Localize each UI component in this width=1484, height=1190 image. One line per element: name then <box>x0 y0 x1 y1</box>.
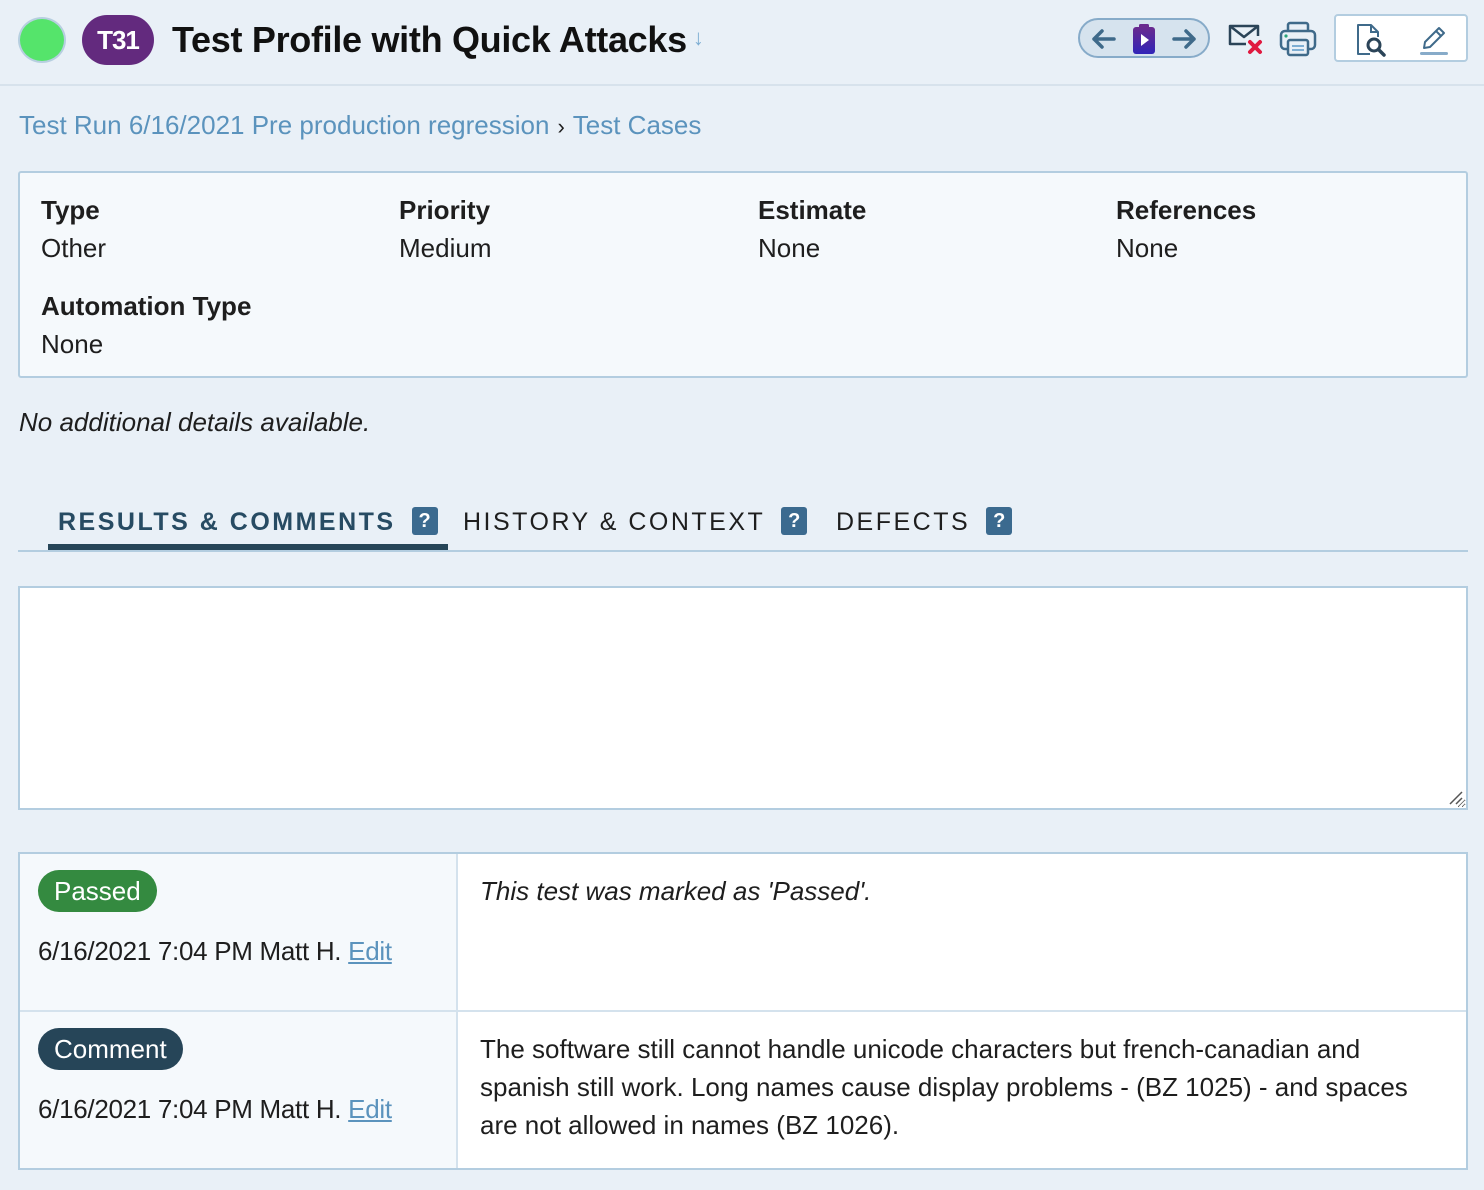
field-label: Priority <box>399 195 491 225</box>
view-edit-toolbar <box>1334 14 1468 62</box>
field-value: None <box>758 233 821 263</box>
result-row: Passed 6/16/2021 7:04 PM Matt H. Edit Th… <box>20 854 1466 1012</box>
resize-handle-icon[interactable] <box>1446 788 1464 806</box>
field-references: References None <box>1116 193 1256 265</box>
result-meta: Passed 6/16/2021 7:04 PM Matt H. Edit <box>20 854 458 1010</box>
field-label: Automation Type <box>41 291 252 321</box>
tab-label: HISTORY & CONTEXT <box>463 508 766 536</box>
field-label: Estimate <box>758 195 867 225</box>
field-priority: Priority Medium <box>399 193 491 265</box>
test-navigation <box>1078 18 1210 58</box>
edit-link[interactable]: Edit <box>348 936 392 966</box>
field-value: Medium <box>399 233 492 263</box>
edit-link[interactable]: Edit <box>348 1094 392 1124</box>
result-timestamp-author: 6/16/2021 7:04 PM Matt H. Edit <box>38 1092 392 1126</box>
help-icon[interactable]: ? <box>781 507 808 535</box>
field-automation-type: Automation Type None <box>41 289 251 361</box>
field-value: None <box>1116 233 1179 263</box>
help-icon[interactable]: ? <box>986 507 1013 535</box>
page-title-text: Test Profile with Quick Attacks <box>172 19 687 60</box>
no-details-message: No additional details available. <box>19 407 371 437</box>
breadcrumb-test-cases-link[interactable]: Test Cases <box>573 110 702 140</box>
edit-pencil-icon[interactable] <box>1416 22 1452 58</box>
field-estimate: Estimate None <box>758 193 866 265</box>
result-meta: Comment 6/16/2021 7:04 PM Matt H. Edit <box>20 1012 458 1168</box>
field-label: Type <box>41 195 100 225</box>
field-type: Type Other <box>41 193 106 265</box>
test-details-panel: Type Other Priority Medium Estimate None… <box>18 171 1468 378</box>
tab-defects[interactable]: DEFECTS? <box>836 502 1013 550</box>
mail-x-icon[interactable] <box>1226 20 1266 58</box>
arrow-down-icon[interactable]: ↓ <box>693 14 704 62</box>
field-value: Other <box>41 233 107 263</box>
status-badge: Comment <box>38 1028 183 1070</box>
tab-results-comments[interactable]: RESULTS & COMMENTS? <box>48 502 448 550</box>
result-meta-text: 6/16/2021 7:04 PM Matt H. <box>38 936 342 966</box>
result-row: Comment 6/16/2021 7:04 PM Matt H. Edit T… <box>20 1012 1466 1168</box>
field-label: References <box>1116 195 1257 225</box>
field-value: None <box>41 329 104 359</box>
page-header: T31 Test Profile with Quick Attacks ↓ <box>0 0 1484 86</box>
breadcrumb-separator: › <box>557 114 565 139</box>
tab-label: DEFECTS <box>836 508 971 536</box>
document-search-icon[interactable] <box>1354 22 1390 58</box>
result-text: This test was marked as 'Passed'. <box>480 876 872 906</box>
printer-icon[interactable] <box>1278 20 1318 58</box>
help-icon[interactable]: ? <box>411 507 438 535</box>
clipboard-play-icon[interactable] <box>1132 23 1156 55</box>
tab-history-context[interactable]: HISTORY & CONTEXT? <box>463 502 808 550</box>
breadcrumb: Test Run 6/16/2021 Pre production regres… <box>19 108 701 144</box>
result-meta-text: 6/16/2021 7:04 PM Matt H. <box>38 1094 342 1124</box>
page-title: Test Profile with Quick Attacks ↓ <box>172 16 704 66</box>
status-indicator <box>18 17 66 63</box>
arrow-right-icon[interactable] <box>1170 24 1200 54</box>
result-timestamp-author: 6/16/2021 7:04 PM Matt H. Edit <box>38 934 392 968</box>
tab-bar: RESULTS & COMMENTS? HISTORY & CONTEXT? D… <box>18 496 1468 552</box>
comment-input[interactable] <box>18 586 1468 810</box>
test-id-badge: T31 <box>82 15 154 65</box>
status-badge: Passed <box>38 870 157 912</box>
result-text: The software still cannot handle unicode… <box>480 1034 1408 1140</box>
results-list: Passed 6/16/2021 7:04 PM Matt H. Edit Th… <box>18 852 1468 1170</box>
breadcrumb-test-run-link[interactable]: Test Run 6/16/2021 Pre production regres… <box>19 110 549 140</box>
arrow-left-icon[interactable] <box>1088 24 1118 54</box>
tab-label: RESULTS & COMMENTS <box>58 508 396 536</box>
